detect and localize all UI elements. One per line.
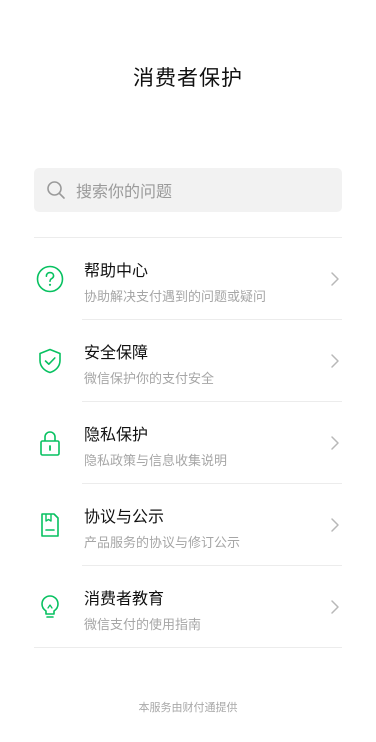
item-subtitle: 微信保护你的支付安全 xyxy=(84,372,215,387)
page-title: 消费者保护 xyxy=(133,66,243,90)
search-input[interactable]: 搜索你的问题 xyxy=(34,168,342,212)
chevron-right-icon xyxy=(330,599,340,615)
search-icon xyxy=(46,180,66,200)
item-title: 消费者教育 xyxy=(84,589,165,608)
shield-check-icon xyxy=(34,345,66,377)
chevron-right-icon xyxy=(330,271,340,287)
list-item-help-center[interactable]: 帮助中心 协助解决支付遇到的问题或疑问 xyxy=(34,238,342,320)
divider xyxy=(34,647,342,648)
document-icon xyxy=(34,509,66,541)
chevron-right-icon xyxy=(330,353,340,369)
list-item-security[interactable]: 安全保障 微信保护你的支付安全 xyxy=(34,320,342,402)
item-subtitle: 协助解决支付遇到的问题或疑问 xyxy=(84,290,267,305)
search-placeholder: 搜索你的问题 xyxy=(76,182,173,201)
menu-list: 帮助中心 协助解决支付遇到的问题或疑问 安全保障 微信保护你的支付安全 隐私保护… xyxy=(34,237,342,648)
footer-note: 本服务由财付通提供 xyxy=(138,701,238,714)
lock-icon xyxy=(34,427,66,459)
lightbulb-icon xyxy=(34,591,66,623)
item-subtitle: 产品服务的协议与修订公示 xyxy=(84,536,241,551)
item-title: 帮助中心 xyxy=(84,261,149,280)
chevron-right-icon xyxy=(330,517,340,533)
item-subtitle: 隐私政策与信息收集说明 xyxy=(84,454,228,469)
item-title: 隐私保护 xyxy=(84,425,149,444)
question-circle-icon xyxy=(34,263,66,295)
item-subtitle: 微信支付的使用指南 xyxy=(84,618,202,633)
item-title: 协议与公示 xyxy=(84,507,165,526)
list-item-privacy[interactable]: 隐私保护 隐私政策与信息收集说明 xyxy=(34,402,342,484)
list-item-agreements[interactable]: 协议与公示 产品服务的协议与修订公示 xyxy=(34,484,342,566)
list-item-education[interactable]: 消费者教育 微信支付的使用指南 xyxy=(34,566,342,648)
chevron-right-icon xyxy=(330,435,340,451)
item-title: 安全保障 xyxy=(84,343,149,362)
